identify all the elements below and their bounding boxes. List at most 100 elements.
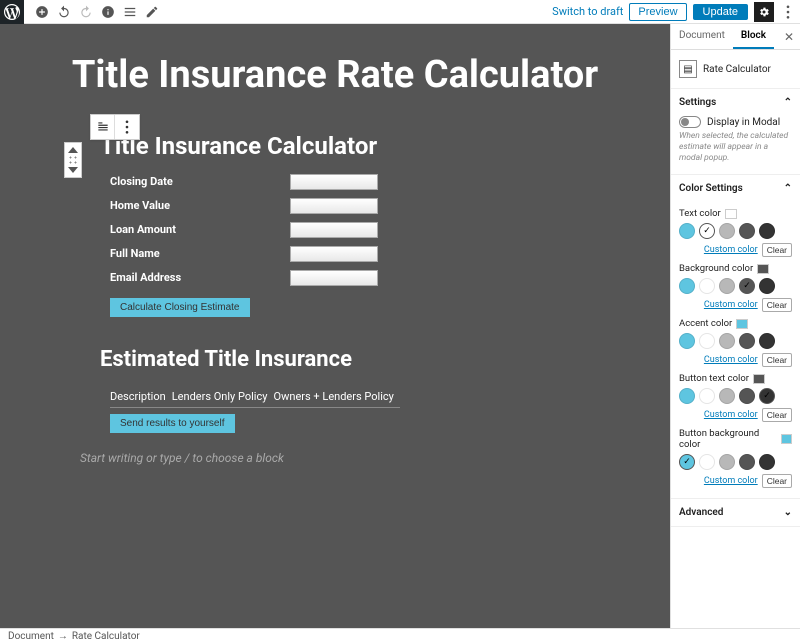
block-icon: ▤: [679, 60, 697, 78]
full-name-input[interactable]: [290, 246, 378, 262]
sidebar-tabs: Document Block ✕: [671, 24, 800, 50]
closing-date-input[interactable]: [290, 174, 378, 190]
swatch-dark[interactable]: [759, 223, 775, 239]
custom-color-link[interactable]: Custom color: [704, 476, 758, 486]
btn-text-color-label: Button text color: [679, 373, 749, 384]
swatch-dark[interactable]: [759, 454, 775, 470]
custom-color-link[interactable]: Custom color: [704, 300, 758, 310]
accent-color-label: Accent color: [679, 318, 732, 329]
undo-icon[interactable]: [54, 2, 74, 22]
advanced-panel-toggle[interactable]: Advanced ⌄: [671, 499, 800, 526]
custom-color-link[interactable]: Custom color: [704, 410, 758, 420]
color-settings-panel: Color Settings ⌃ Text color Custom color…: [671, 175, 800, 499]
block-toolbar: [90, 114, 140, 140]
btn-text-color-swatches: [679, 388, 792, 404]
swatch-white[interactable]: [699, 223, 715, 239]
home-value-input[interactable]: [290, 198, 378, 214]
col-lenders: Lenders Only Policy: [172, 386, 274, 408]
redo-icon[interactable]: [76, 2, 96, 22]
swatch-cyan[interactable]: [679, 388, 695, 404]
swatch-gray[interactable]: [739, 278, 755, 294]
color-panel-toggle[interactable]: Color Settings ⌃: [671, 175, 800, 202]
block-type-icon[interactable]: [91, 115, 115, 139]
settings-icon[interactable]: [754, 2, 774, 22]
display-modal-toggle[interactable]: [679, 116, 701, 128]
bg-color-label: Background color: [679, 263, 753, 274]
display-modal-help: When selected, the calculated estimate w…: [679, 131, 792, 164]
swatch-lightgray[interactable]: [719, 454, 735, 470]
editor-topbar: Switch to draft Preview Update: [0, 0, 800, 24]
info-icon[interactable]: [98, 2, 118, 22]
text-color-swatches: [679, 223, 792, 239]
breadcrumb-document[interactable]: Document: [8, 631, 54, 642]
swatch-white[interactable]: [699, 388, 715, 404]
settings-panel-toggle[interactable]: Settings ⌃: [671, 89, 800, 116]
editor-footer: Document → Rate Calculator: [0, 628, 800, 644]
calculate-button[interactable]: Calculate Closing Estimate: [110, 298, 250, 317]
display-modal-label: Display in Modal: [707, 117, 780, 128]
swatch-cyan[interactable]: [679, 454, 695, 470]
editor-canvas[interactable]: Title Insurance Rate Calculator Title In…: [0, 24, 670, 628]
preview-button[interactable]: Preview: [629, 3, 686, 21]
add-block-icon[interactable]: [32, 2, 52, 22]
update-button[interactable]: Update: [693, 4, 748, 20]
chevron-down-icon: ⌄: [784, 507, 792, 518]
block-appender[interactable]: Start writing or type / to choose a bloc…: [80, 451, 620, 465]
calculator-title: Title Insurance Calculator: [100, 132, 570, 160]
full-name-label: Full Name: [110, 247, 290, 260]
col-owners: Owners + Lenders Policy: [274, 386, 400, 408]
swatch-cyan[interactable]: [679, 278, 695, 294]
swatch-lightgray[interactable]: [719, 333, 735, 349]
clear-color-button[interactable]: Clear: [762, 408, 792, 422]
rate-calculator-block[interactable]: Title Insurance Calculator Closing Date …: [70, 118, 600, 433]
clear-color-button[interactable]: Clear: [762, 474, 792, 488]
estimate-table: Description Lenders Only Policy Owners +…: [110, 386, 400, 408]
block-more-icon[interactable]: [115, 115, 139, 139]
swatch-lightgray[interactable]: [719, 388, 735, 404]
custom-color-link[interactable]: Custom color: [704, 245, 758, 255]
toolbar-right: Switch to draft Preview Update: [552, 2, 800, 22]
swatch-gray[interactable]: [739, 333, 755, 349]
block-drag-handle[interactable]: [64, 142, 82, 178]
swatch-lightgray[interactable]: [719, 223, 735, 239]
text-color-label: Text color: [679, 208, 721, 219]
swatch-white[interactable]: [699, 333, 715, 349]
email-input[interactable]: [290, 270, 378, 286]
switch-draft-button[interactable]: Switch to draft: [552, 5, 623, 18]
send-results-button[interactable]: Send results to yourself: [110, 414, 235, 433]
swatch-dark[interactable]: [759, 278, 775, 294]
edit-icon[interactable]: [142, 2, 162, 22]
loan-amount-label: Loan Amount: [110, 223, 290, 236]
swatch-lightgray[interactable]: [719, 278, 735, 294]
closing-date-label: Closing Date: [110, 175, 290, 188]
tab-block[interactable]: Block: [733, 24, 774, 49]
outline-icon[interactable]: [120, 2, 140, 22]
clear-color-button[interactable]: Clear: [762, 243, 792, 257]
more-icon[interactable]: [780, 2, 796, 22]
wordpress-logo[interactable]: [0, 0, 24, 24]
swatch-dark[interactable]: [759, 333, 775, 349]
chevron-up-icon: ⌃: [784, 97, 792, 108]
swatch-white[interactable]: [699, 454, 715, 470]
loan-amount-input[interactable]: [290, 222, 378, 238]
advanced-panel: Advanced ⌄: [671, 499, 800, 527]
close-sidebar-icon[interactable]: ✕: [784, 30, 794, 44]
toolbar-left: [24, 2, 162, 22]
breadcrumb-block[interactable]: Rate Calculator: [72, 631, 140, 642]
custom-color-link[interactable]: Custom color: [704, 355, 758, 365]
estimate-title: Estimated Title Insurance: [100, 347, 570, 372]
tab-document[interactable]: Document: [671, 24, 733, 49]
swatch-gray[interactable]: [739, 388, 755, 404]
page-title[interactable]: Title Insurance Rate Calculator: [50, 54, 620, 98]
clear-color-button[interactable]: Clear: [762, 298, 792, 312]
swatch-cyan[interactable]: [679, 223, 695, 239]
block-name-label: Rate Calculator: [703, 64, 771, 75]
swatch-gray[interactable]: [739, 223, 755, 239]
swatch-dark[interactable]: [759, 388, 775, 404]
swatch-gray[interactable]: [739, 454, 755, 470]
bg-color-indicator: [757, 264, 769, 274]
swatch-white[interactable]: [699, 278, 715, 294]
swatch-cyan[interactable]: [679, 333, 695, 349]
btn-bg-color-indicator: [781, 434, 792, 444]
clear-color-button[interactable]: Clear: [762, 353, 792, 367]
